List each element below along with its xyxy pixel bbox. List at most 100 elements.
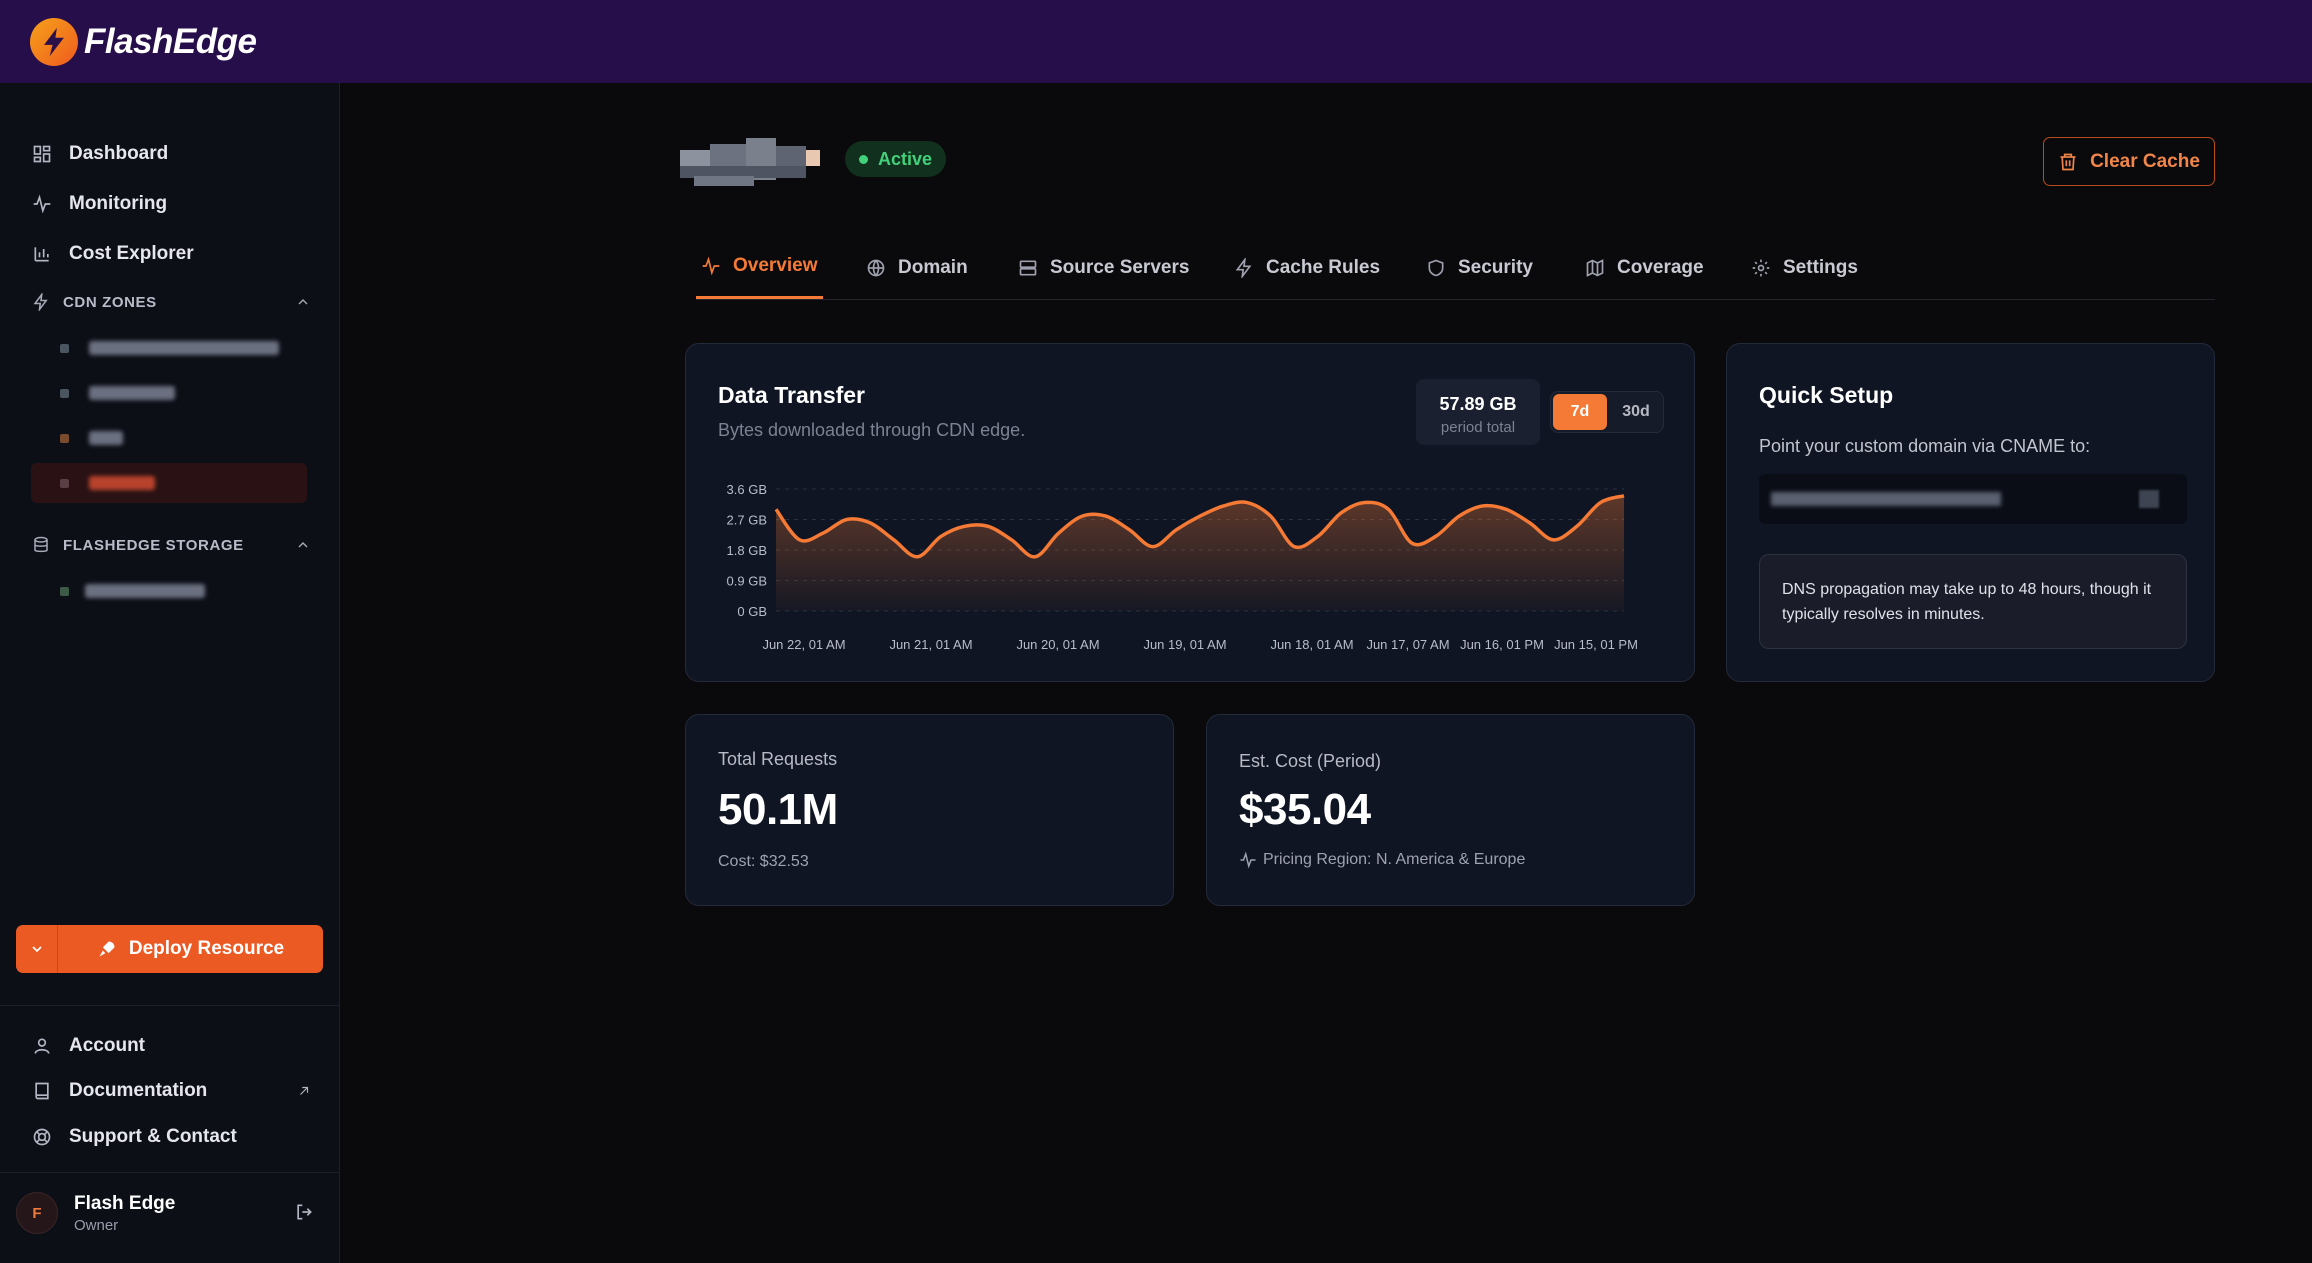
bar-chart-icon bbox=[31, 243, 53, 265]
range-30d-button[interactable]: 30d bbox=[1609, 392, 1663, 432]
deploy-main[interactable]: Deploy Resource bbox=[58, 938, 323, 960]
x-tick-label: Jun 15, 01 PM bbox=[1554, 637, 1638, 652]
bolt-icon bbox=[31, 292, 51, 312]
sidebar-item-cost-explorer[interactable]: Cost Explorer bbox=[31, 236, 194, 272]
activity-icon bbox=[31, 193, 53, 215]
zone-status-dot bbox=[60, 433, 69, 443]
status-badge: Active bbox=[845, 141, 947, 177]
external-link-icon bbox=[300, 1086, 309, 1095]
sidebar-item-documentation[interactable]: Documentation bbox=[31, 1073, 311, 1109]
sidebar: Dashboard Monitoring Cost Explorer CDN Z… bbox=[0, 83, 340, 1263]
x-tick-label: Jun 17, 07 AM bbox=[1366, 637, 1449, 652]
activity-icon bbox=[702, 256, 720, 276]
x-tick-label: Jun 16, 01 PM bbox=[1460, 637, 1544, 652]
zone-name-redacted bbox=[89, 476, 155, 490]
deploy-label: Deploy Resource bbox=[128, 938, 285, 959]
clear-cache-button[interactable]: Clear Cache bbox=[2043, 137, 2215, 186]
quick-setup-card: Quick Setup Point your custom domain via… bbox=[1726, 343, 2215, 682]
tab-cache-rules[interactable]: Cache Rules bbox=[1234, 236, 1380, 299]
tab-label: Domain bbox=[898, 256, 968, 278]
zone-name-redacted bbox=[89, 341, 279, 355]
sidebar-item-label: Dashboard bbox=[69, 143, 169, 164]
zone-name-redacted bbox=[89, 386, 175, 400]
dashboard-icon bbox=[31, 143, 53, 165]
server-icon bbox=[1019, 260, 1037, 275]
card-subtitle: Point your custom domain via CNAME to: bbox=[1759, 436, 2091, 456]
dns-propagation-note: DNS propagation may take up to 48 hours,… bbox=[1759, 554, 2187, 649]
activity-icon bbox=[1240, 851, 1256, 869]
deploy-options-toggle[interactable] bbox=[16, 925, 58, 973]
tab-overview[interactable]: Overview bbox=[696, 236, 823, 299]
metric-value: 50.1M bbox=[718, 785, 838, 834]
x-tick-label: Jun 22, 01 AM bbox=[762, 637, 845, 652]
sidebar-item-label: Documentation bbox=[69, 1080, 208, 1101]
user-name: Flash Edge bbox=[74, 1192, 176, 1214]
storage-item[interactable] bbox=[60, 576, 205, 606]
storage-section-header[interactable]: FLASHEDGE STORAGE bbox=[31, 531, 311, 559]
x-tick-label: Jun 19, 01 AM bbox=[1143, 637, 1226, 652]
tab-label: Security bbox=[1458, 256, 1533, 278]
tab-label: Settings bbox=[1783, 256, 1858, 278]
x-tick-label: Jun 20, 01 AM bbox=[1016, 637, 1099, 652]
avatar[interactable]: F bbox=[16, 1192, 58, 1234]
metric-footer: Pricing Region: N. America & Europe bbox=[1239, 851, 1525, 869]
globe-icon bbox=[867, 259, 885, 277]
sidebar-item-label: Cost Explorer bbox=[69, 243, 194, 264]
tab-domain[interactable]: Domain bbox=[866, 236, 968, 299]
cdn-zones-section-header[interactable]: CDN ZONES bbox=[31, 288, 311, 316]
flashedge-logo-icon[interactable] bbox=[30, 17, 78, 66]
app-name[interactable]: FlashEdge bbox=[84, 22, 257, 62]
divider bbox=[0, 1005, 340, 1006]
period-total-box: 57.89 GB period total bbox=[1416, 379, 1540, 445]
sidebar-item-dashboard[interactable]: Dashboard bbox=[31, 136, 168, 172]
card-subtitle: Bytes downloaded through CDN edge. bbox=[718, 420, 1026, 440]
copy-icon[interactable] bbox=[2139, 490, 2159, 508]
y-tick-label: 0.9 GB bbox=[727, 574, 767, 589]
tab-coverage[interactable]: Coverage bbox=[1585, 236, 1704, 299]
tab-settings[interactable]: Settings bbox=[1751, 236, 1858, 299]
data-transfer-card: Data Transfer Bytes downloaded through C… bbox=[685, 343, 1695, 682]
gear-icon bbox=[1752, 259, 1770, 276]
card-title: Data Transfer bbox=[718, 382, 866, 408]
zone-name-redacted bbox=[89, 431, 123, 445]
data-transfer-chart[interactable]: 3.6 GB 2.7 GB 1.8 GB 0.9 GB 0 GB Jun 22, 01 A… bbox=[716, 479, 1656, 659]
chevron-up-icon bbox=[298, 299, 308, 305]
status-text: Active bbox=[878, 148, 933, 169]
y-tick-label: 3.6 GB bbox=[727, 482, 767, 497]
y-tick-label: 0 GB bbox=[737, 604, 767, 619]
sidebar-item-label: Account bbox=[69, 1035, 145, 1056]
sidebar-item-support[interactable]: Support & Contact bbox=[31, 1119, 237, 1155]
period-total-label: period total bbox=[1440, 419, 1516, 436]
trash-icon bbox=[2060, 153, 2076, 170]
sidebar-item-monitoring[interactable]: Monitoring bbox=[31, 186, 167, 222]
tab-label: Cache Rules bbox=[1266, 256, 1381, 278]
logout-icon bbox=[297, 1204, 312, 1220]
metric-value: $35.04 bbox=[1239, 785, 1371, 834]
sidebar-item-account[interactable]: Account bbox=[31, 1028, 145, 1064]
metric-footer: Cost: $32.53 bbox=[718, 853, 809, 870]
cdn-zone-item[interactable] bbox=[60, 333, 279, 363]
logout-button[interactable] bbox=[294, 1202, 316, 1224]
cdn-zone-item[interactable] bbox=[60, 378, 175, 408]
cname-target-field[interactable] bbox=[1759, 474, 2187, 524]
cdn-zone-item[interactable] bbox=[60, 423, 123, 453]
sidebar-item-label: Support & Contact bbox=[69, 1126, 237, 1147]
chevron-down-icon bbox=[31, 946, 42, 953]
tab-security[interactable]: Security bbox=[1426, 236, 1533, 299]
cdn-zone-item-active[interactable] bbox=[31, 463, 307, 503]
deploy-resource-button[interactable]: Deploy Resource bbox=[16, 925, 323, 973]
storage-name-redacted bbox=[85, 584, 205, 598]
range-7d-button[interactable]: 7d bbox=[1553, 394, 1607, 430]
section-title: FLASHEDGE STORAGE bbox=[63, 536, 244, 554]
tab-source-servers[interactable]: Source Servers bbox=[1018, 236, 1189, 299]
sidebar-item-label: Monitoring bbox=[69, 193, 168, 214]
tab-label: Source Servers bbox=[1050, 256, 1190, 278]
user-profile[interactable]: F Flash Edge Owner bbox=[16, 1190, 324, 1236]
y-tick-label: 2.7 GB bbox=[727, 513, 767, 528]
storage-status-dot bbox=[60, 586, 69, 596]
top-bar: FlashEdge bbox=[0, 0, 2312, 83]
zone-name-redacted bbox=[680, 138, 832, 188]
tab-label: Overview bbox=[733, 255, 818, 276]
tab-label: Coverage bbox=[1617, 256, 1704, 278]
divider bbox=[0, 1172, 340, 1173]
